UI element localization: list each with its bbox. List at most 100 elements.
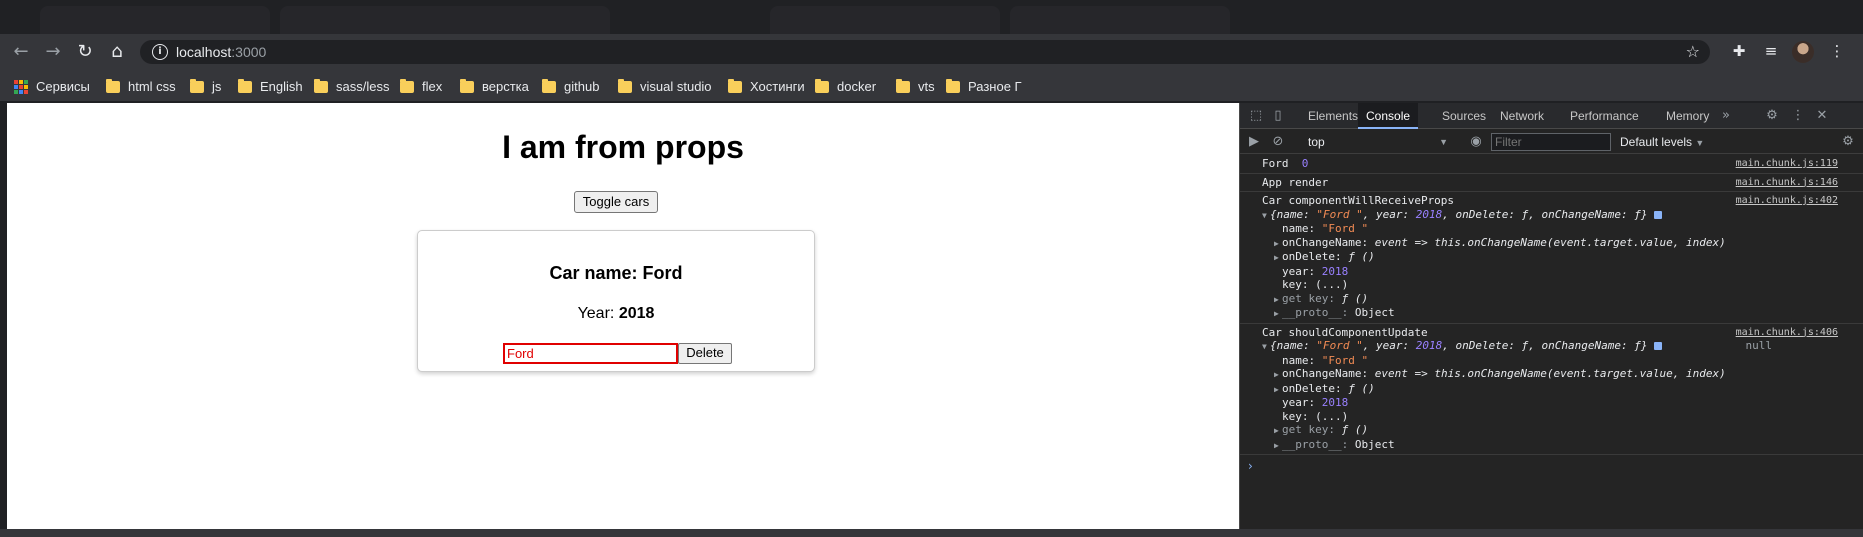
bookmark-star-icon[interactable]: ☆ xyxy=(1686,42,1700,62)
back-icon[interactable]: ← xyxy=(10,41,32,63)
property-proto[interactable]: ▶ __proto__: Object xyxy=(1262,306,1856,321)
collapsed-triangle-icon: ▶ xyxy=(1274,384,1279,394)
tab-strip xyxy=(0,0,1863,34)
tab-performance[interactable]: Performance xyxy=(1562,103,1647,129)
console-prompt[interactable]: › xyxy=(1240,455,1863,477)
bookmark-folder[interactable]: vts xyxy=(896,78,935,96)
kebab-menu-icon[interactable]: ⋮ xyxy=(1826,40,1848,62)
collapsed-triangle-icon: ▶ xyxy=(1274,440,1279,450)
property-ondelete[interactable]: ▶ onDelete: ƒ () xyxy=(1262,250,1856,265)
console-message: main.chunk.js:146 App render xyxy=(1240,174,1863,192)
bookmark-folder[interactable]: English xyxy=(238,78,303,96)
clear-console-icon[interactable]: ⊘ xyxy=(1270,134,1286,150)
bookmark-folder[interactable]: html css xyxy=(106,78,176,96)
bookmark-folder[interactable]: docker xyxy=(815,78,876,96)
folder-icon xyxy=(460,79,474,93)
property-getkey[interactable]: ▶ get key: ƒ () xyxy=(1262,292,1856,307)
source-link[interactable]: main.chunk.js:146 xyxy=(1736,176,1838,190)
console-message: main.chunk.js:406 Car shouldComponentUpd… xyxy=(1240,324,1863,455)
tab-memory[interactable]: Memory xyxy=(1658,103,1717,129)
folder-icon xyxy=(106,79,120,93)
tab-console[interactable]: Console xyxy=(1358,103,1419,129)
toggle-cars-button[interactable]: Toggle cars xyxy=(574,191,658,213)
tab-sources[interactable]: Sources xyxy=(1434,103,1494,129)
property-onchangename[interactable]: ▶ onChangeName: event => this.onChangeNam… xyxy=(1262,236,1856,251)
object-summary[interactable]: ▼ {name: "Ford ", year: 2018, onDelete: ƒ… xyxy=(1262,208,1856,223)
home-icon[interactable]: ⌂ xyxy=(106,41,128,63)
expanded-triangle-icon: ▼ xyxy=(1262,342,1267,351)
gear-icon[interactable]: ⚙ xyxy=(1840,134,1856,150)
bookmark-folder[interactable]: visual studio xyxy=(618,78,712,96)
car-name-input[interactable] xyxy=(503,343,678,364)
folder-icon xyxy=(314,79,328,93)
browser-tab[interactable] xyxy=(40,6,270,34)
property-ondelete[interactable]: ▶ onDelete: ƒ () xyxy=(1262,382,1856,397)
source-link[interactable]: main.chunk.js:406 xyxy=(1736,326,1838,340)
tab-network[interactable]: Network xyxy=(1492,103,1552,129)
levels-select[interactable]: Default levels ▼ xyxy=(1620,134,1704,151)
log-text: Car componentWillReceiveProps xyxy=(1262,194,1455,207)
reading-list-icon[interactable]: ≡ xyxy=(1760,40,1782,62)
delete-button[interactable]: Delete xyxy=(678,343,732,364)
car-year: Year: 2018 xyxy=(418,304,814,324)
bookmark-label: Разное Г xyxy=(968,79,1022,94)
console-message: main.chunk.js:119 Ford 0 xyxy=(1240,155,1863,174)
bookmark-folder[interactable]: Хостинги xyxy=(728,78,805,96)
extensions-puzzle-icon[interactable]: ✚ xyxy=(1728,40,1750,62)
bookmark-label: верстка xyxy=(482,79,529,94)
browser-tab[interactable] xyxy=(280,6,610,34)
more-tabs-icon[interactable]: » xyxy=(1718,108,1734,124)
url-text[interactable]: localhost:3000 xyxy=(176,44,266,60)
gear-icon[interactable]: ⚙ xyxy=(1764,108,1780,124)
caret-down-icon: ▼ xyxy=(1439,137,1448,147)
browser-tab[interactable] xyxy=(770,6,1000,34)
bookmark-folder[interactable]: Разное Г xyxy=(946,78,1022,96)
log-text: Car shouldComponentUpdate xyxy=(1262,325,1428,339)
context-select[interactable]: top ▼ xyxy=(1308,134,1448,150)
console-filter-input[interactable] xyxy=(1491,133,1611,151)
inspect-element-icon[interactable]: ⬚ xyxy=(1248,108,1264,124)
sidebar-toggle-icon[interactable]: ▶ xyxy=(1246,134,1262,150)
null-value: null xyxy=(1745,339,1773,352)
devtools-tab-bar: ⬚ ▯ Elements Console Sources Network Per… xyxy=(1240,103,1863,129)
property-onchangename[interactable]: ▶ onChangeName: event => this.onChangeNam… xyxy=(1262,367,1856,382)
bookmark-folder[interactable]: github xyxy=(542,78,599,96)
bookmark-services[interactable]: Сервисы xyxy=(14,78,90,96)
tab-elements[interactable]: Elements xyxy=(1300,103,1366,129)
close-icon[interactable]: ✕ xyxy=(1814,108,1830,124)
folder-icon xyxy=(815,79,829,93)
device-toolbar-icon[interactable]: ▯ xyxy=(1270,108,1286,124)
folder-icon xyxy=(946,79,960,93)
source-link[interactable]: main.chunk.js:402 xyxy=(1736,194,1838,208)
browser-tab[interactable] xyxy=(1010,6,1230,34)
eye-icon[interactable]: ◉ xyxy=(1468,134,1484,150)
info-icon[interactable]: i xyxy=(152,44,168,60)
bookmark-label: github xyxy=(564,79,600,94)
property-key[interactable]: key: (...) xyxy=(1262,278,1856,292)
bookmark-folder[interactable]: верстка xyxy=(460,78,529,96)
kebab-menu-icon[interactable]: ⋮ xyxy=(1790,108,1806,124)
collapsed-triangle-icon: ▶ xyxy=(1274,294,1279,304)
prompt-chevron-icon: › xyxy=(1248,459,1253,473)
forward-icon[interactable]: → xyxy=(42,41,64,63)
address-bar[interactable]: i localhost:3000 ☆ xyxy=(140,40,1710,64)
object-summary[interactable]: ▼ {name: "Ford ", year: 2018, onDelete: ƒ… xyxy=(1262,339,1856,354)
log-text: Ford xyxy=(1262,157,1289,170)
avatar[interactable] xyxy=(1792,41,1814,63)
property-proto[interactable]: ▶ __proto__: Object xyxy=(1262,438,1856,453)
bookmark-folder[interactable]: js xyxy=(190,78,221,96)
bookmark-label: Сервисы xyxy=(36,79,90,94)
property-key[interactable]: key: (...) xyxy=(1262,410,1856,424)
bookmark-folder[interactable]: flex xyxy=(400,78,442,96)
bookmarks-bar: Сервисы html css js English sass/less fl… xyxy=(0,70,1863,102)
context-value: top xyxy=(1308,135,1325,149)
page-viewport: I am from props Toggle cars Car name: Fo… xyxy=(7,103,1239,529)
property-getkey[interactable]: ▶ get key: ƒ () xyxy=(1262,423,1856,438)
bookmark-folder[interactable]: sass/less xyxy=(314,78,389,96)
bookmark-label: docker xyxy=(837,79,877,94)
bookmark-label: js xyxy=(212,79,222,94)
reload-icon[interactable]: ↻ xyxy=(74,41,96,63)
source-link[interactable]: main.chunk.js:119 xyxy=(1736,157,1838,171)
devtools-panel: ⬚ ▯ Elements Console Sources Network Per… xyxy=(1239,103,1863,529)
collapsed-triangle-icon: ▶ xyxy=(1274,253,1279,262)
